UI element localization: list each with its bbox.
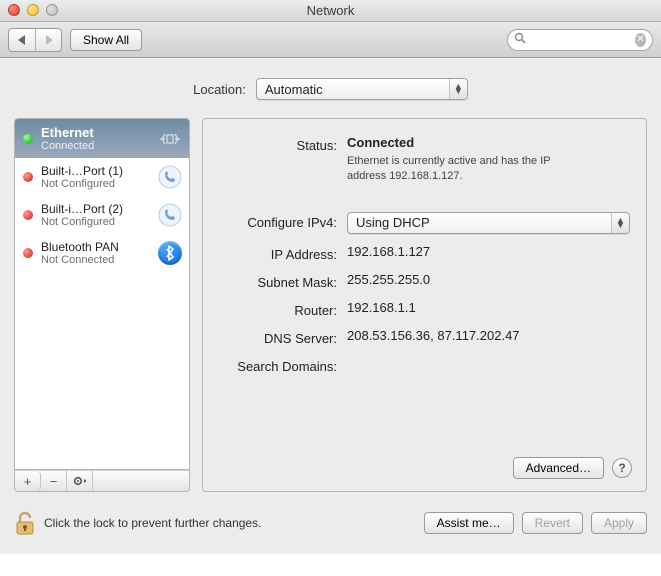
dns-server-value: 208.53.156.36, 87.117.202.47 bbox=[347, 328, 630, 343]
remove-service-button[interactable]: − bbox=[41, 471, 67, 491]
lock-icon[interactable] bbox=[14, 510, 36, 536]
status-label: Status: bbox=[219, 135, 347, 153]
forward-button[interactable] bbox=[35, 29, 61, 51]
configure-ipv4-label: Configure IPv4: bbox=[219, 212, 347, 230]
service-name: Built-i…Port (1) bbox=[41, 164, 149, 178]
subnet-mask-value: 255.255.255.0 bbox=[347, 272, 630, 287]
service-status: Not Connected bbox=[41, 254, 149, 266]
show-all-button[interactable]: Show All bbox=[70, 29, 142, 51]
dialup-phone-icon bbox=[157, 164, 183, 190]
router-value: 192.168.1.1 bbox=[347, 300, 630, 315]
router-label: Router: bbox=[219, 300, 347, 318]
window-titlebar: Network bbox=[0, 0, 661, 22]
status-value: Connected bbox=[347, 135, 630, 150]
dns-server-label: DNS Server: bbox=[219, 328, 347, 346]
bluetooth-icon bbox=[157, 240, 183, 266]
service-item-bluetooth-pan[interactable]: Bluetooth PAN Not Connected bbox=[15, 234, 189, 272]
service-item-serial-2[interactable]: Built-i…Port (2) Not Configured bbox=[15, 196, 189, 234]
status-dot-icon bbox=[23, 172, 33, 182]
subnet-mask-label: Subnet Mask: bbox=[219, 272, 347, 290]
chevron-left-icon bbox=[18, 35, 26, 45]
clear-search-icon[interactable]: ✕ bbox=[635, 33, 646, 47]
configure-ipv4-popup[interactable]: Using DHCP ▲▼ bbox=[347, 212, 630, 234]
services-footer-bar: + − bbox=[14, 470, 190, 492]
nav-back-forward-segment bbox=[8, 28, 62, 52]
advanced-button[interactable]: Advanced… bbox=[513, 457, 604, 479]
service-status: Not Configured bbox=[41, 178, 149, 190]
revert-button[interactable]: Revert bbox=[522, 512, 583, 534]
back-button[interactable] bbox=[9, 29, 35, 51]
search-input[interactable] bbox=[530, 32, 635, 48]
popup-arrows-icon: ▲▼ bbox=[611, 213, 629, 233]
status-dot-icon bbox=[23, 134, 33, 144]
lock-message: Click the lock to prevent further change… bbox=[44, 516, 261, 530]
bottom-bar: Click the lock to prevent further change… bbox=[0, 506, 661, 554]
configure-ipv4-value: Using DHCP bbox=[356, 215, 430, 230]
service-status: Connected bbox=[41, 140, 149, 152]
services-sidebar: Ethernet Connected Built-i…Port (1) Not … bbox=[14, 118, 190, 492]
status-description: Ethernet is currently active and has the… bbox=[347, 154, 577, 184]
services-list[interactable]: Ethernet Connected Built-i…Port (1) Not … bbox=[14, 118, 190, 470]
service-item-ethernet[interactable]: Ethernet Connected bbox=[15, 119, 189, 158]
service-action-menu[interactable] bbox=[67, 471, 93, 491]
window-title: Network bbox=[0, 3, 661, 18]
service-name: Bluetooth PAN bbox=[41, 240, 149, 254]
toolbar: Show All ✕ bbox=[0, 22, 661, 58]
apply-button[interactable]: Apply bbox=[591, 512, 647, 534]
status-dot-icon bbox=[23, 210, 33, 220]
ip-address-value: 192.168.1.127 bbox=[347, 244, 630, 259]
ip-address-label: IP Address: bbox=[219, 244, 347, 262]
location-row: Location: Automatic ▲▼ bbox=[14, 78, 647, 100]
ethernet-icon bbox=[157, 126, 183, 152]
popup-arrows-icon: ▲▼ bbox=[449, 79, 467, 99]
service-status: Not Configured bbox=[41, 216, 149, 228]
search-domains-label: Search Domains: bbox=[219, 356, 347, 374]
chevron-right-icon bbox=[45, 35, 53, 45]
service-name: Built-i…Port (2) bbox=[41, 202, 149, 216]
status-dot-icon bbox=[23, 248, 33, 258]
add-service-button[interactable]: + bbox=[15, 471, 41, 491]
search-field[interactable]: ✕ bbox=[507, 29, 653, 51]
gear-icon bbox=[73, 475, 86, 487]
detail-pane: Status: Connected Ethernet is currently … bbox=[202, 118, 647, 492]
content-area: Location: Automatic ▲▼ Ethernet Connecte… bbox=[0, 58, 661, 506]
search-icon bbox=[514, 32, 526, 47]
assist-me-button[interactable]: Assist me… bbox=[424, 512, 514, 534]
location-popup[interactable]: Automatic ▲▼ bbox=[256, 78, 468, 100]
location-value: Automatic bbox=[265, 82, 323, 97]
dialup-phone-icon bbox=[157, 202, 183, 228]
location-label: Location: bbox=[193, 82, 246, 97]
help-button[interactable]: ? bbox=[612, 458, 632, 478]
service-item-serial-1[interactable]: Built-i…Port (1) Not Configured bbox=[15, 158, 189, 196]
service-name: Ethernet bbox=[41, 125, 149, 140]
